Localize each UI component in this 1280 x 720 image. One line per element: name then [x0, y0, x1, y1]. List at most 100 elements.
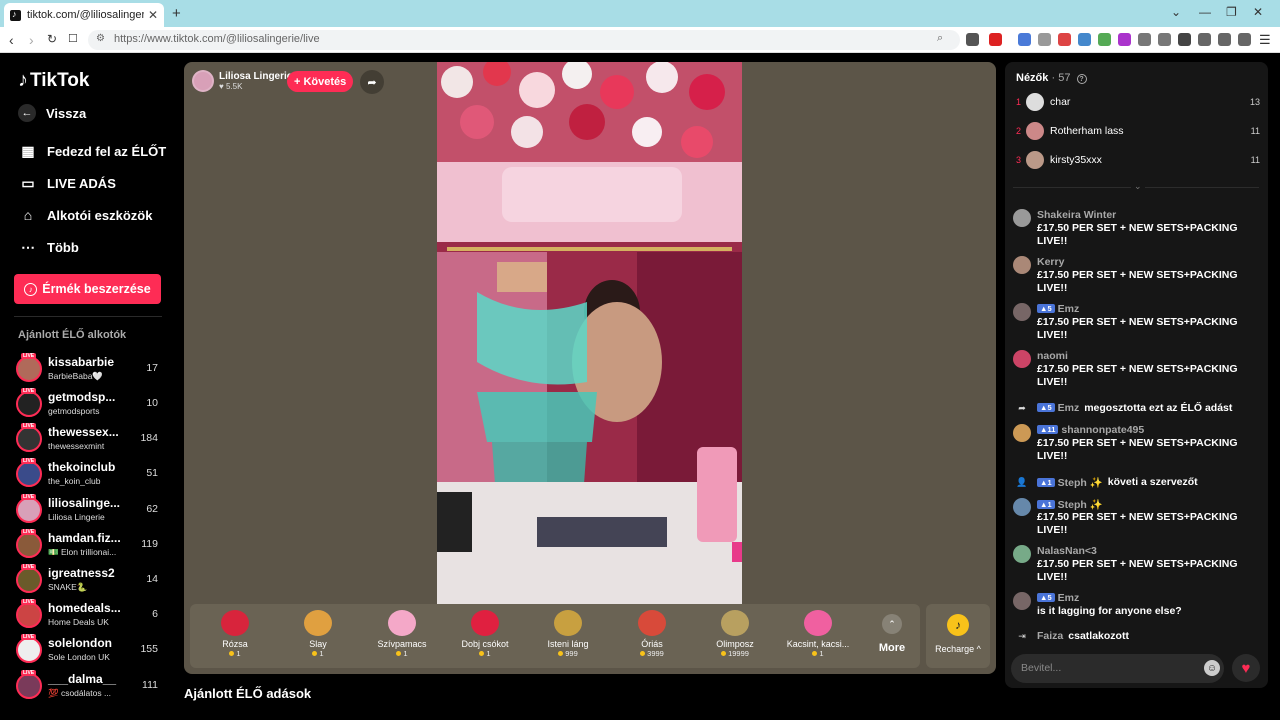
- back-link[interactable]: ← Vissza: [18, 104, 86, 122]
- username-text: Emz: [1057, 592, 1080, 604]
- avatar[interactable]: [1013, 350, 1031, 368]
- restore-button[interactable]: ❐: [1226, 5, 1237, 19]
- viewers-count: 57: [1058, 72, 1071, 84]
- top-viewer[interactable]: 1 char 13: [1016, 92, 1260, 112]
- new-tab-button[interactable]: +: [172, 5, 181, 22]
- tiktok-logo[interactable]: ♪ TikTok: [18, 69, 89, 92]
- buy-coins-label: Érmék beszerzése: [42, 282, 151, 296]
- emoji-icon[interactable]: ☺: [1204, 660, 1220, 676]
- follow-button[interactable]: + Követés: [287, 71, 354, 92]
- avatar[interactable]: [1013, 303, 1031, 321]
- zoom-icon[interactable]: ⌕: [937, 32, 943, 45]
- live-stage: Liliosa Lingerie ♥ 5.5K + Követés ➦ Rózs…: [184, 62, 996, 674]
- top-viewer[interactable]: 3 kirsty35xxx 11: [1016, 150, 1260, 170]
- chat-username[interactable]: Kerry: [1037, 256, 1064, 268]
- translate-icon[interactable]: [1018, 33, 1031, 46]
- viewers-label: Nézők: [1016, 72, 1049, 84]
- back-arrow-icon[interactable]: ‹: [9, 32, 14, 48]
- ai-icon[interactable]: [1218, 33, 1231, 46]
- creator-item[interactable]: LIVE hamdan.fiz... 💵 Elon trillionai... …: [16, 529, 162, 562]
- gift-item[interactable]: Olimposz 19999: [697, 608, 773, 658]
- browser-tab[interactable]: tiktok.com/@liliosalingerie/li ✕: [4, 3, 164, 27]
- gift-item[interactable]: Rózsa 1: [197, 608, 273, 658]
- wallet-icon[interactable]: [1198, 33, 1211, 46]
- creator-item[interactable]: LIVE thewessex... thewessexmint 184: [16, 423, 162, 456]
- nav-creator-tools[interactable]: ⌂ Alkotói eszközök: [18, 207, 153, 223]
- creator-subtitle: getmodsports: [48, 406, 100, 416]
- level-value: 5: [1047, 304, 1052, 313]
- buy-coins-button[interactable]: ♪ Érmék beszerzése: [14, 274, 161, 304]
- creator-item[interactable]: LIVE thekoinclub the_koin_club 51: [16, 458, 162, 491]
- gift-item[interactable]: Slay 1: [280, 608, 356, 658]
- extension-badge-icon[interactable]: [1078, 33, 1091, 46]
- avatar[interactable]: [1013, 424, 1031, 442]
- menu-icon[interactable]: ☰: [1259, 32, 1271, 48]
- expand-chevron-icon[interactable]: ⌄: [1131, 181, 1145, 192]
- chat-username[interactable]: NalasNan<3: [1037, 545, 1097, 557]
- avatar[interactable]: [1013, 498, 1031, 516]
- avatar[interactable]: [1013, 256, 1031, 274]
- gift-item[interactable]: Isteni láng 999: [530, 608, 606, 658]
- recharge-button[interactable]: ♪ Recharge ^: [926, 604, 990, 668]
- chat-username[interactable]: ▲1 Steph ✨: [1037, 498, 1103, 511]
- live-video[interactable]: [437, 62, 742, 604]
- close-window-button[interactable]: ✕: [1253, 5, 1263, 19]
- extension-icon[interactable]: [1138, 33, 1151, 46]
- sidebar-icon[interactable]: [1178, 33, 1191, 46]
- extension-icon[interactable]: [1118, 33, 1131, 46]
- creator-item[interactable]: LIVE solelondon Sole London UK 155: [16, 634, 162, 667]
- url-field[interactable]: https://www.tiktok.com/@liliosalingerie/…: [88, 30, 960, 50]
- nav-explore-live[interactable]: ▦ Fedezd fel az ÉLŐT: [18, 143, 166, 160]
- avatar[interactable]: [1013, 592, 1031, 610]
- chat-share-event: ➦ ▲5 Emz megosztotta ezt az ÉLŐ adást: [1013, 399, 1261, 417]
- creator-item[interactable]: LIVE kissabarbie BarbieBaba🤍 17: [16, 353, 162, 386]
- creator-item[interactable]: LIVE homedeals... Home Deals UK 6: [16, 599, 162, 632]
- creator-name: homedeals...: [48, 601, 121, 615]
- gift-item[interactable]: Óriás 3999: [614, 608, 690, 658]
- music-icon[interactable]: [1158, 33, 1171, 46]
- forward-arrow-icon[interactable]: ›: [29, 32, 34, 48]
- top-viewer[interactable]: 2 Rotherham lass 11: [1016, 121, 1260, 141]
- viewers-header[interactable]: Nézők · 57 ?: [1016, 72, 1087, 84]
- avatar[interactable]: [1013, 209, 1031, 227]
- username-text: Emz: [1057, 303, 1080, 315]
- chat-username[interactable]: ▲5 Emz: [1037, 303, 1079, 315]
- gift-item[interactable]: Szívpamacs 1: [364, 608, 440, 658]
- creator-item[interactable]: LIVE liliosalinge... Liliosa Lingerie 62: [16, 494, 162, 527]
- tab-list-chevron-icon[interactable]: ⌄: [1171, 5, 1181, 19]
- share-icon[interactable]: ➦: [360, 70, 384, 94]
- nav-more[interactable]: ⋯ Több: [18, 239, 79, 256]
- chat-username[interactable]: Faiza: [1037, 630, 1063, 642]
- chat-username[interactable]: ▲5 Emz: [1037, 592, 1079, 604]
- chat-username[interactable]: ▲11 shannonpate495: [1037, 424, 1144, 436]
- avatar: [16, 426, 42, 452]
- hls-extension-icon[interactable]: [1058, 33, 1071, 46]
- brave-shield-icon[interactable]: [966, 33, 979, 46]
- creator-item[interactable]: LIVE igreatness2 SNAKE🐍 14: [16, 564, 162, 597]
- more-gifts-button[interactable]: ⌃ More: [874, 612, 910, 654]
- vpn-shield-icon[interactable]: [1238, 33, 1251, 46]
- chat-username[interactable]: Shakeira Winter: [1037, 209, 1116, 221]
- chat-username[interactable]: naomi: [1037, 350, 1068, 362]
- close-tab-icon[interactable]: ✕: [148, 8, 158, 22]
- reload-icon[interactable]: ↻: [47, 32, 57, 46]
- chat-input[interactable]: Bevitel...: [1011, 654, 1224, 683]
- gift-item[interactable]: Dobj csókot 1: [447, 608, 523, 658]
- host-info[interactable]: Liliosa Lingerie ♥ 5.5K: [192, 70, 292, 92]
- creator-item[interactable]: LIVE ___dalma__ 💯 csodálatos ... 111: [16, 670, 162, 703]
- gift-item[interactable]: Kacsint, kacsi... 1: [780, 608, 856, 658]
- chat-username[interactable]: ▲5 Emz: [1037, 402, 1079, 414]
- chat-username[interactable]: ▲1 Steph ✨: [1037, 476, 1103, 489]
- help-icon[interactable]: ?: [1076, 74, 1087, 84]
- minimize-button[interactable]: —: [1199, 5, 1211, 19]
- bookmark-icon[interactable]: ☐: [68, 32, 78, 45]
- avatar[interactable]: [1013, 545, 1031, 563]
- creator-item[interactable]: LIVE getmodsp... getmodsports 10: [16, 388, 162, 421]
- viewer-count: 14: [146, 573, 158, 585]
- nav-live-studio[interactable]: ▭ LIVE ADÁS: [18, 175, 115, 192]
- host-avatar[interactable]: [192, 70, 214, 92]
- like-heart-button[interactable]: ♥: [1232, 654, 1260, 682]
- extension-icon[interactable]: [1098, 33, 1111, 46]
- alert-icon[interactable]: [989, 33, 1002, 46]
- extension-icon[interactable]: [1038, 33, 1051, 46]
